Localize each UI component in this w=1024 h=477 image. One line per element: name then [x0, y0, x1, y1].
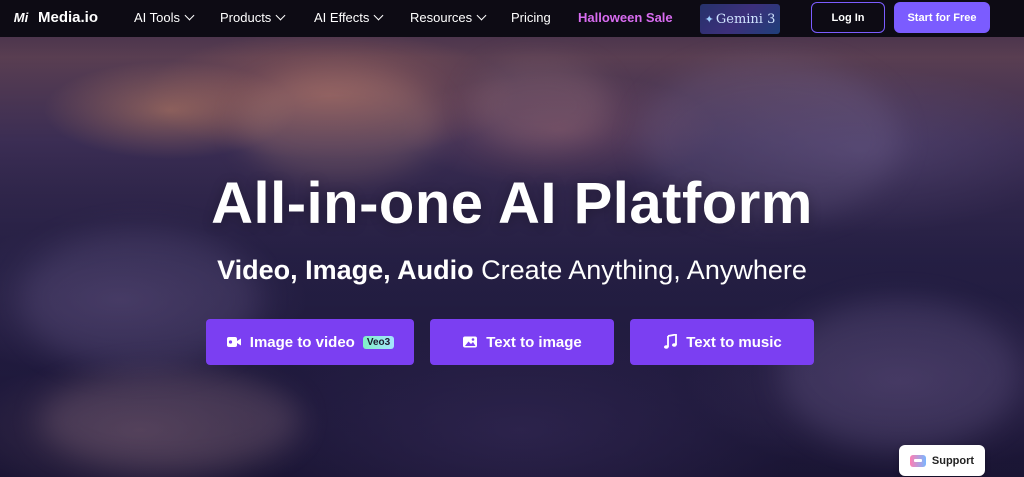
chevron-down-icon: [275, 10, 286, 21]
nav-item-label: Products: [220, 10, 272, 25]
nav-resources[interactable]: Resources: [410, 10, 487, 25]
video-camera-icon: [226, 334, 242, 350]
chevron-down-icon: [373, 10, 384, 21]
nav-ai-tools[interactable]: AI Tools: [134, 10, 195, 25]
hero-subline-bold: Video, Image, Audio: [217, 255, 474, 285]
login-button[interactable]: Log In: [811, 2, 885, 33]
sparkle-icon: ✦: [704, 12, 714, 26]
nav-products[interactable]: Products: [220, 10, 286, 25]
top-nav: Mi Media.io AI Tools Products AI Effects…: [0, 0, 1024, 37]
brand-logo[interactable]: Mi Media.io: [10, 8, 98, 26]
music-note-icon: [662, 334, 678, 350]
support-label: Support: [931, 454, 975, 467]
nav-halloween-sale[interactable]: Halloween Sale: [578, 10, 673, 25]
hero-subline: Video, Image, Audio Create Anything, Any…: [0, 255, 1024, 286]
cta-label: Text to image: [486, 333, 582, 351]
image-to-video-button[interactable]: Image to video Veo3: [206, 319, 414, 365]
chevron-down-icon: [184, 10, 195, 21]
chat-bubble-icon: [909, 454, 926, 467]
text-to-image-button[interactable]: Text to image: [430, 319, 614, 365]
promo-banner[interactable]: ✦ Gemini 3: [700, 4, 780, 34]
hero-headline: All-in-one AI Platform: [211, 171, 813, 236]
nav-item-label: Pricing: [511, 10, 551, 25]
cta-label: Image to video: [249, 333, 355, 351]
image-icon: [462, 334, 478, 350]
nav-item-label: Halloween Sale: [578, 10, 673, 25]
cta-label: Text to music: [686, 333, 782, 351]
veo3-badge: Veo3: [362, 335, 395, 349]
support-button[interactable]: Support: [899, 445, 985, 476]
nav-pricing[interactable]: Pricing: [511, 10, 551, 25]
text-to-music-button[interactable]: Text to music: [630, 319, 814, 365]
logo-mark-icon: Mi: [13, 9, 29, 25]
nav-item-label: AI Effects: [314, 10, 370, 25]
chevron-down-icon: [476, 10, 487, 21]
hero-overlay: [0, 0, 1024, 477]
hero-subline-rest: Create Anything, Anywhere: [473, 255, 807, 285]
brand-name: Media.io: [38, 8, 99, 26]
promo-banner-label: Gemini 3: [715, 11, 776, 27]
nav-ai-effects[interactable]: AI Effects: [314, 10, 384, 25]
nav-item-label: AI Tools: [134, 10, 181, 25]
start-for-free-button[interactable]: Start for Free: [894, 2, 990, 33]
nav-item-label: Resources: [410, 10, 473, 25]
